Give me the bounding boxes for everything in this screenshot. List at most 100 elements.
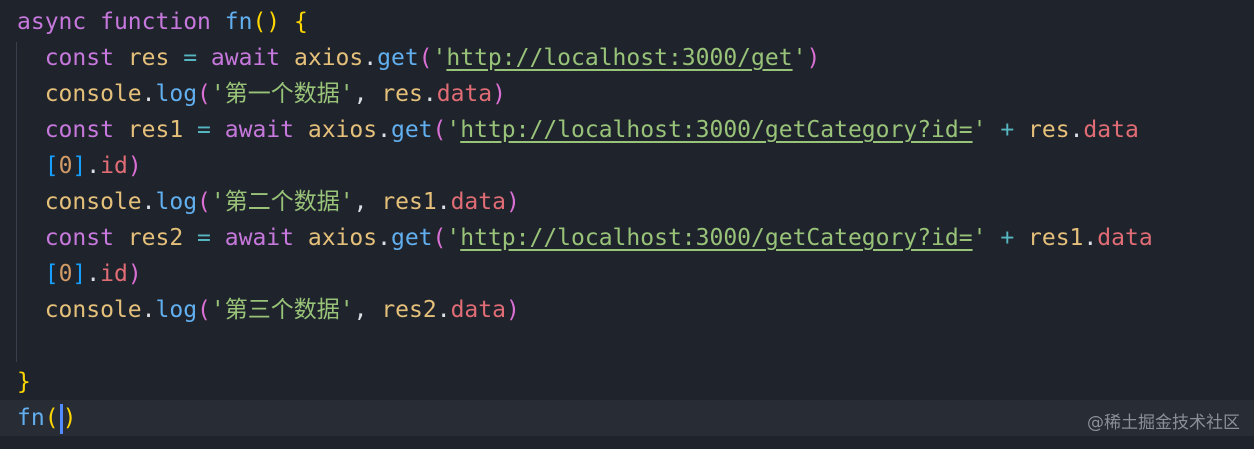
bracket-token: ( bbox=[197, 81, 211, 107]
identifier-token: res1 bbox=[1014, 225, 1084, 251]
function-token: fn bbox=[224, 9, 253, 35]
text-token: , bbox=[353, 81, 382, 107]
bracket-token: ) bbox=[505, 297, 520, 323]
url-link[interactable]: http://localhost:3000/getCategory?id= bbox=[460, 117, 972, 143]
code-line-2[interactable]: const res = await axios.get('http://loca… bbox=[17, 40, 821, 76]
text-token: . bbox=[377, 225, 391, 251]
identifier-token: axios bbox=[280, 45, 364, 71]
function-token: get bbox=[390, 117, 433, 143]
identifier-token: res2 bbox=[113, 225, 198, 251]
text-token: , bbox=[353, 297, 382, 323]
string-token: '第二个数据' bbox=[210, 189, 354, 215]
property-token: data bbox=[450, 189, 506, 215]
code-line-7[interactable]: console.log('第三个数据', res2.data) bbox=[17, 292, 520, 328]
text-token: . bbox=[363, 45, 378, 71]
string-token: ' bbox=[446, 225, 461, 251]
identifier-token: res bbox=[381, 81, 423, 107]
function-token: log bbox=[155, 297, 198, 323]
bracket-token: ) bbox=[62, 405, 77, 431]
operator-token: = bbox=[197, 225, 211, 251]
text-token: . bbox=[141, 297, 156, 323]
bracket-token: ) bbox=[492, 81, 506, 107]
code-line-6[interactable]: const res2 = await axios.get('http://loc… bbox=[17, 220, 1153, 256]
identifier-token: res1 bbox=[381, 189, 437, 215]
code-line-4[interactable]: const res1 = await axios.get('http://loc… bbox=[17, 112, 1139, 148]
function-token: log bbox=[155, 81, 198, 107]
code-line-1[interactable]: async function fn() { bbox=[17, 4, 308, 40]
bracket-token: { bbox=[294, 9, 308, 35]
bracket-token: ) bbox=[127, 261, 142, 287]
string-token: ' bbox=[792, 45, 807, 71]
property-token: data bbox=[436, 81, 493, 107]
text-token: . bbox=[141, 189, 156, 215]
text-token: . bbox=[377, 117, 391, 143]
operator-token: + bbox=[1000, 225, 1015, 251]
url-link[interactable]: http://localhost:3000/get bbox=[446, 45, 792, 71]
string-token: ' bbox=[446, 117, 461, 143]
current-line[interactable]: fn() bbox=[0, 400, 1254, 436]
function-token: fn bbox=[17, 405, 45, 431]
string-token: ' bbox=[972, 117, 987, 143]
keyword-token: async bbox=[17, 9, 87, 35]
text-token: . bbox=[422, 81, 437, 107]
bracket-token: ( bbox=[44, 405, 59, 431]
bracket-token: ) bbox=[806, 45, 821, 71]
bracket-token: [ bbox=[44, 261, 59, 287]
property-token: data bbox=[1097, 225, 1153, 251]
bracket-token: ) bbox=[127, 153, 142, 179]
identifier-token: res bbox=[1014, 117, 1070, 143]
bracket-token: ] bbox=[72, 153, 87, 179]
identifier-token: res1 bbox=[113, 117, 198, 143]
text-token: , bbox=[353, 189, 382, 215]
string-token: ' bbox=[972, 225, 987, 251]
bracket-token: ( bbox=[418, 45, 433, 71]
code-line-5[interactable]: console.log('第二个数据', res1.data) bbox=[17, 184, 520, 220]
watermark: @稀土掘金技术社区 bbox=[1087, 413, 1240, 433]
code-line-9[interactable]: } bbox=[17, 364, 31, 400]
text-token: . bbox=[436, 297, 451, 323]
url-link[interactable]: http://localhost:3000/getCategory?id= bbox=[460, 225, 972, 251]
text-token: . bbox=[86, 261, 101, 287]
property-token: data bbox=[450, 297, 506, 323]
keyword-token: const bbox=[44, 45, 114, 71]
property-token: id bbox=[100, 153, 128, 179]
function-token: get bbox=[377, 45, 419, 71]
code-editor[interactable]: async function fn() { const res = await … bbox=[0, 0, 1254, 449]
identifier-token: res2 bbox=[381, 297, 437, 323]
number-token: 0 bbox=[58, 261, 73, 287]
text-token: . bbox=[1069, 117, 1084, 143]
bracket-token: () bbox=[252, 9, 281, 35]
identifier-token: axios bbox=[294, 117, 378, 143]
code-line-3[interactable]: console.log('第一个数据', res.data) bbox=[17, 76, 506, 112]
code-line-6-wrap[interactable]: [0].id) bbox=[17, 256, 142, 292]
identifier-token: console bbox=[44, 189, 142, 215]
code-line-4-wrap[interactable]: [0].id) bbox=[17, 148, 142, 184]
text-token: . bbox=[1083, 225, 1098, 251]
operator-token: = bbox=[197, 117, 211, 143]
text-token: . bbox=[86, 153, 101, 179]
bracket-token: ( bbox=[197, 297, 211, 323]
keyword-token: function bbox=[100, 9, 211, 35]
bracket-token: ) bbox=[505, 189, 520, 215]
keyword-token: const bbox=[44, 117, 114, 143]
bracket-token: ] bbox=[72, 261, 87, 287]
string-token: ' bbox=[432, 45, 447, 71]
identifier-token: res bbox=[113, 45, 184, 71]
bracket-token: ( bbox=[432, 117, 447, 143]
text-token: . bbox=[436, 189, 451, 215]
current-line-text[interactable]: fn() bbox=[17, 400, 76, 436]
identifier-token: console bbox=[44, 81, 142, 107]
bracket-token: } bbox=[17, 369, 31, 395]
